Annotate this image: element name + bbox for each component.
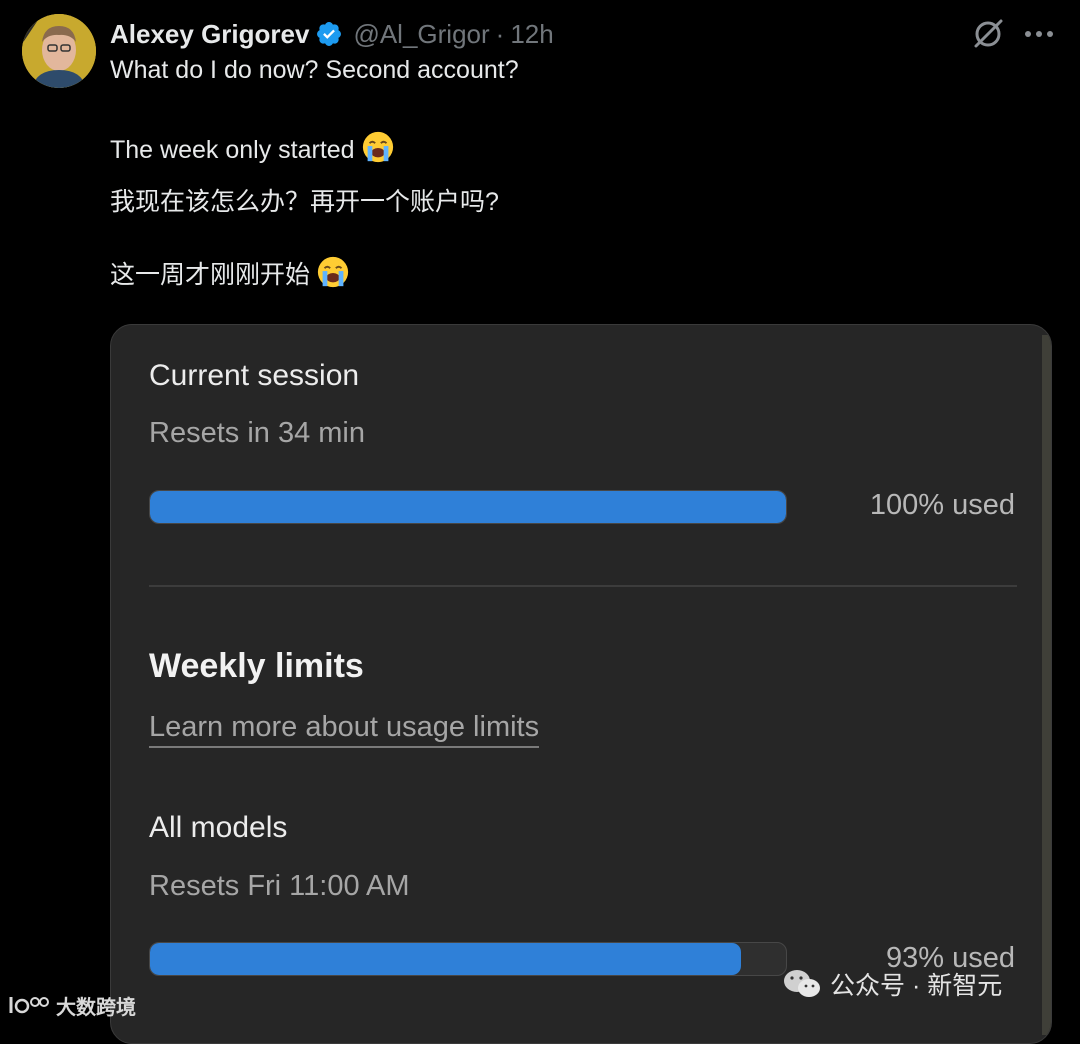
avatar-image: [22, 14, 96, 88]
current-session-progress-bar: [149, 490, 787, 524]
tweet-timestamp[interactable]: 12h: [510, 19, 553, 50]
current-session-reset: Resets in 34 min: [149, 417, 365, 449]
usage-screenshot-card[interactable]: Current session Resets in 34 min 100% us…: [110, 324, 1052, 1044]
all-models-reset: Resets Fri 11:00 AM: [149, 870, 410, 902]
tweet-text-line-4: 这一周才刚刚开始: [110, 255, 350, 291]
watermark-logo-icon: [9, 997, 49, 1014]
card-edge: [1042, 335, 1051, 1035]
tweet-text-line-2-text: The week only started: [110, 136, 355, 164]
author-handle[interactable]: @Al_Grigor: [353, 19, 489, 50]
grok-icon[interactable]: [970, 16, 1006, 52]
current-session-title: Current session: [149, 359, 360, 392]
current-session-progress-fill: [150, 491, 786, 523]
current-session-used-label: 100% used: [869, 489, 1015, 521]
tweet-text-line-4-text: 这一周才刚刚开始: [110, 261, 311, 289]
watermark-right-text: 公众号 · 新智元: [830, 972, 1003, 1000]
wechat-icon: [784, 970, 820, 997]
crying-face-emoji-icon: [317, 256, 349, 288]
author-name[interactable]: Alexey Grigorev: [110, 19, 309, 50]
section-divider: [149, 585, 1017, 587]
watermark-left-text: 大数跨境: [56, 996, 136, 1019]
weekly-limits-heading: Weekly limits: [149, 647, 364, 685]
tweet-text-line-1: What do I do now? Second account?: [110, 56, 519, 84]
more-options-icon[interactable]: [1022, 16, 1056, 52]
tweet-text-line-2: The week only started: [110, 130, 395, 165]
all-models-progress-bar: [149, 942, 787, 976]
author-avatar[interactable]: [22, 14, 96, 88]
crying-face-emoji-icon: [362, 131, 393, 163]
verified-badge-icon[interactable]: [315, 20, 343, 48]
watermark-right: 公众号 · 新智元: [782, 964, 1002, 1004]
all-models-progress-fill: [150, 943, 742, 975]
tweet-text-line-3: 我现在该怎么办？再开一个账户吗?: [110, 188, 499, 216]
all-models-title: All models: [149, 811, 288, 844]
watermark-left: 大数跨境: [8, 990, 136, 1020]
tweet-header: Alexey Grigorev @Al_Grigor · 12h: [110, 16, 554, 52]
header-separator: ·: [495, 18, 505, 49]
usage-limits-link[interactable]: Learn more about usage limits: [149, 711, 540, 748]
